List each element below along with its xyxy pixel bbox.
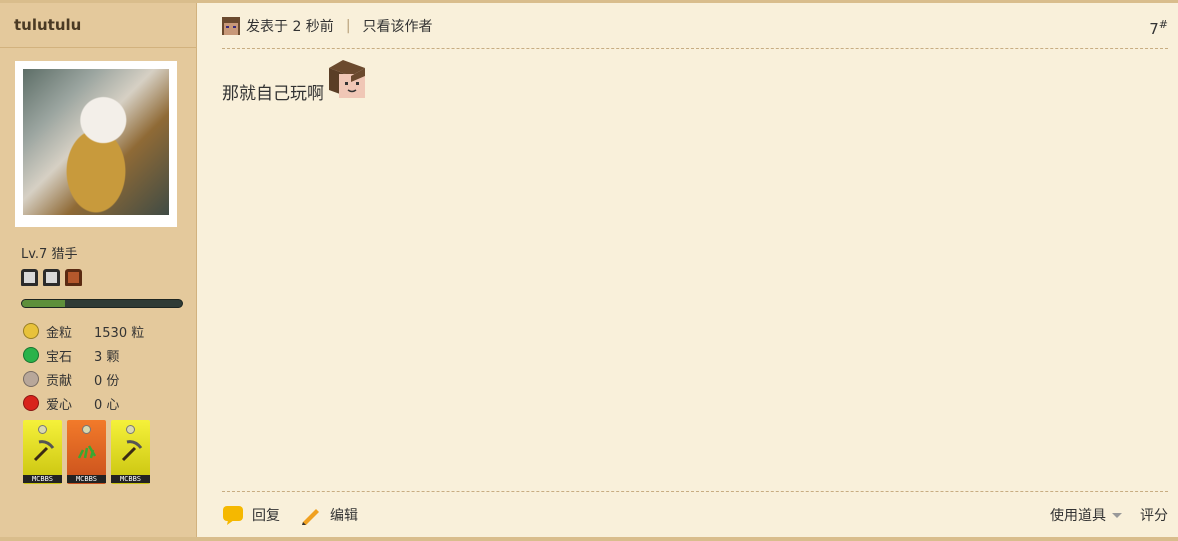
contribution-icon — [23, 371, 39, 387]
pencil-icon — [302, 509, 319, 525]
use-tools-label: 使用道具 — [1050, 508, 1106, 524]
use-tools-dropdown[interactable]: 使用道具 — [1050, 505, 1122, 525]
stat-label: 金粒 — [46, 325, 73, 341]
floor-value: 7 — [1149, 20, 1159, 38]
speech-bubble-icon — [223, 506, 243, 525]
medal-sprout[interactable]: MCBBS — [67, 420, 106, 484]
helmet-badge-icon — [43, 269, 60, 286]
edit-label: 编辑 — [330, 508, 358, 524]
medal-hole — [38, 425, 47, 434]
stat-value: 0 心 — [94, 397, 120, 413]
stat-label: 爱心 — [46, 397, 73, 413]
footer-actions: 使用道具 评分 — [1050, 505, 1168, 525]
post-footer: 回复 编辑 使用道具 评分 — [222, 491, 1168, 538]
floor-number[interactable]: 7# — [1149, 18, 1168, 38]
rank-badges — [21, 269, 82, 286]
post-text: 那就自己玩啊 — [222, 84, 324, 104]
username-link[interactable]: tulutulu — [0, 3, 196, 48]
apple-heart-icon — [23, 395, 39, 411]
only-author-link[interactable]: 只看该作者 — [363, 16, 433, 36]
author-sidebar: tulutulu Lv.7 猎手 金粒 1530 粒 宝石 3 颗 贡献 0 份… — [0, 3, 197, 537]
level-progress-fill — [22, 300, 66, 307]
chevron-down-icon — [1112, 512, 1122, 518]
post-content-area: 发表于 2 秒前 | 只看该作者 7# 那就自己玩啊 回复 编辑 使用道具 评分 — [197, 3, 1178, 537]
medal-label: MCBBS — [111, 475, 150, 483]
stat-label: 贡献 — [46, 373, 73, 389]
gold-nugget-icon — [23, 323, 39, 339]
villager-emoji-icon — [329, 60, 365, 98]
post-header: 发表于 2 秒前 | 只看该作者 7# — [222, 3, 1168, 49]
header-separator: | — [345, 17, 351, 34]
medal-pickaxe[interactable]: MCBBS — [23, 420, 62, 484]
medal-list: MCBBS MCBBS MCBBS — [23, 420, 150, 484]
stat-label: 宝石 — [46, 349, 73, 365]
stat-value: 1530 粒 — [94, 325, 145, 341]
post-frame: tulutulu Lv.7 猎手 金粒 1530 粒 宝石 3 颗 贡献 0 份… — [0, 0, 1178, 541]
stat-value: 3 颗 — [94, 349, 120, 365]
post-time: 发表于 2 秒前 — [246, 18, 334, 35]
stat-love: 爱心 0 心 — [23, 391, 144, 415]
medal-label: MCBBS — [67, 475, 106, 483]
pickaxe-icon — [121, 440, 143, 462]
reply-button[interactable]: 回复 — [222, 505, 280, 525]
reply-label: 回复 — [252, 508, 280, 524]
stat-value: 0 份 — [94, 373, 120, 389]
avatar-image — [23, 69, 169, 215]
medal-hole — [126, 425, 135, 434]
sprout-icon — [77, 445, 97, 459]
avatar[interactable] — [15, 61, 177, 227]
helmet-badge-icon — [65, 269, 82, 286]
medal-label: MCBBS — [23, 475, 62, 483]
stat-gold: 金粒 1530 粒 — [23, 319, 144, 343]
post-body: 那就自己玩啊 — [222, 58, 367, 104]
helmet-badge-icon — [21, 269, 38, 286]
user-level: Lv.7 猎手 — [21, 247, 78, 262]
stat-gem: 宝石 3 颗 — [23, 343, 144, 367]
user-stats: 金粒 1530 粒 宝石 3 颗 贡献 0 份 爱心 0 心 — [23, 319, 144, 415]
pickaxe-icon — [33, 440, 55, 462]
medal-pickaxe[interactable]: MCBBS — [111, 420, 150, 484]
rate-button[interactable]: 评分 — [1140, 505, 1168, 525]
medal-hole — [82, 425, 91, 434]
steve-head-icon — [222, 16, 240, 35]
stat-contribution: 贡献 0 份 — [23, 367, 144, 391]
level-progress-bar — [21, 299, 183, 308]
edit-button[interactable]: 编辑 — [300, 505, 358, 525]
floor-mark: # — [1158, 18, 1168, 31]
emerald-icon — [23, 347, 39, 363]
